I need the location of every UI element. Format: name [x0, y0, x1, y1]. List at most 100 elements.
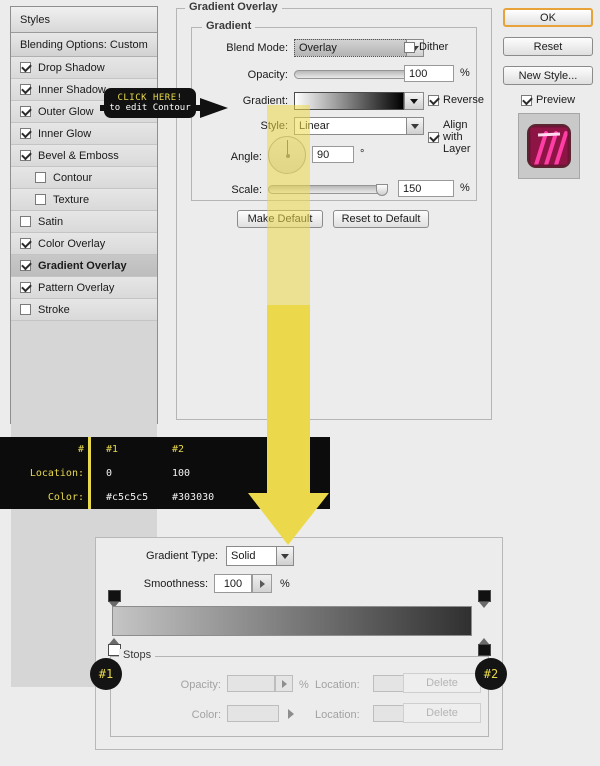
stop-opacity-location-label: Location:: [315, 679, 360, 691]
reverse-checkbox[interactable]: Reverse: [428, 94, 484, 106]
style-item-checkbox[interactable]: [20, 282, 31, 293]
blending-options-row[interactable]: Blending Options: Custom: [11, 33, 157, 57]
style-item-checkbox[interactable]: [20, 128, 31, 139]
style-item-bevel-emboss[interactable]: Bevel & Emboss: [11, 145, 157, 167]
style-item-stroke[interactable]: Stroke: [11, 299, 157, 321]
stop-color-location-label: Location:: [315, 709, 360, 721]
style-item-contour[interactable]: Contour: [11, 167, 157, 189]
scale-value: 150: [403, 182, 422, 195]
reverse-label: Reverse: [443, 94, 484, 106]
table-row-key: Color:: [47, 491, 84, 503]
style-item-checkbox[interactable]: [20, 260, 31, 271]
blend-mode-label: Blend Mode:: [226, 42, 288, 54]
gradient-preview-bar[interactable]: [112, 606, 472, 636]
style-item-label: Color Overlay: [38, 237, 106, 250]
style-item-color-overlay[interactable]: Color Overlay: [11, 233, 157, 255]
style-item-label: Pattern Overlay: [38, 281, 115, 294]
make-default-button[interactable]: Make Default: [237, 210, 323, 228]
dither-check-box[interactable]: [404, 41, 415, 53]
style-item-checkbox[interactable]: [20, 106, 31, 117]
style-item-checkbox[interactable]: [20, 150, 31, 161]
scale-slider[interactable]: [268, 184, 388, 196]
preview-checkbox[interactable]: Preview: [503, 92, 593, 108]
preview-thumbnail: [518, 113, 580, 179]
blend-mode-value: Overlay: [299, 42, 337, 54]
stop-color-expand-icon: [283, 705, 299, 722]
angle-dial[interactable]: [268, 136, 306, 174]
smoothness-unit: %: [280, 578, 290, 590]
style-item-checkbox[interactable]: [20, 216, 31, 227]
stops-group-title: Stops: [119, 649, 156, 661]
chevron-down-icon[interactable]: [276, 546, 294, 566]
opacity-input[interactable]: 100: [404, 65, 454, 82]
table-cell-stop1: #1: [106, 443, 119, 455]
style-value: Linear: [299, 120, 330, 132]
style-item-checkbox[interactable]: [20, 304, 31, 315]
angle-unit: °: [360, 148, 365, 160]
gradient-subgroup-title: Gradient: [202, 20, 256, 32]
dither-checkbox[interactable]: Dither: [404, 41, 448, 53]
style-item-checkbox[interactable]: [20, 238, 31, 249]
style-item-label: Bevel & Emboss: [38, 149, 119, 162]
smoothness-input[interactable]: 100: [214, 574, 252, 593]
style-item-checkbox[interactable]: [20, 62, 31, 73]
color-stop-right[interactable]: [478, 638, 491, 656]
chevron-down-icon[interactable]: [406, 117, 424, 135]
style-item-checkbox[interactable]: [35, 194, 46, 205]
stop-opacity-unit: %: [299, 679, 309, 691]
gradient-type-select[interactable]: Solid: [226, 546, 294, 566]
gradient-type-value: Solid: [231, 550, 256, 562]
style-item-satin[interactable]: Satin: [11, 211, 157, 233]
style-item-drop-shadow[interactable]: Drop Shadow: [11, 57, 157, 79]
style-item-label: Drop Shadow: [38, 61, 105, 74]
style-item-pattern-overlay[interactable]: Pattern Overlay: [11, 277, 157, 299]
style-item-label: Inner Shadow: [38, 83, 106, 96]
reverse-check-box[interactable]: [428, 94, 439, 106]
preview-thumbnail-image: [527, 124, 571, 168]
opacity-value: 100: [409, 67, 428, 80]
style-item-gradient-overlay[interactable]: Gradient Overlay: [11, 255, 157, 277]
ok-button[interactable]: OK: [503, 8, 593, 27]
scale-input[interactable]: 150: [398, 180, 454, 197]
preview-check-box[interactable]: [520, 94, 532, 106]
gradient-overlay-title: Gradient Overlay: [185, 1, 282, 13]
gradient-preset-dropdown[interactable]: [404, 92, 424, 110]
angle-value: 90: [317, 148, 330, 161]
reset-button[interactable]: Reset: [503, 37, 593, 56]
styles-header: Styles: [11, 7, 157, 33]
angle-dial-center: [286, 154, 290, 158]
style-item-label: Contour: [53, 171, 93, 184]
opacity-slider[interactable]: [294, 69, 421, 81]
reset-to-default-button[interactable]: Reset to Default: [333, 210, 429, 228]
dither-label: Dither: [419, 41, 449, 53]
table-cell-stop2: #2: [172, 443, 185, 455]
callout-line-1: CLICK HERE!: [117, 93, 183, 103]
style-item-label: Outer Glow: [38, 105, 94, 118]
stop-opacity-input: [227, 675, 275, 692]
color-delete-button: Delete: [403, 703, 481, 723]
scale-slider-knob[interactable]: [376, 184, 388, 196]
opacity-unit: %: [460, 67, 470, 79]
opacity-stop-right[interactable]: [478, 590, 491, 608]
opacity-label: Opacity:: [247, 69, 288, 81]
align-with-layer-check-box[interactable]: [428, 131, 439, 143]
style-item-checkbox[interactable]: [35, 172, 46, 183]
table-row-key: Location:: [29, 467, 84, 479]
smoothness-stepper[interactable]: [252, 574, 272, 593]
gradient-editor-panel: Gradient Type: Solid Smoothness: 100 % S…: [95, 537, 503, 750]
style-item-checkbox[interactable]: [20, 84, 31, 95]
table-row: # #1 #2: [0, 437, 330, 461]
style-item-label: Gradient Overlay: [38, 259, 127, 272]
style-item-label: Inner Glow: [38, 127, 92, 140]
style-item-texture[interactable]: Texture: [11, 189, 157, 211]
gradient-overlay-group: Gradient Overlay Gradient Blend Mode: Ov…: [176, 1, 492, 420]
new-style-button[interactable]: New Style...: [503, 66, 593, 85]
gradient-swatch[interactable]: [294, 92, 404, 110]
angle-input[interactable]: 90: [312, 146, 354, 163]
stop-color-label: Color:: [191, 709, 221, 721]
style-select[interactable]: Linear: [294, 117, 424, 135]
smoothness-label: Smoothness:: [143, 578, 208, 590]
stop-opacity-label: Opacity:: [180, 679, 221, 691]
styles-panel: Styles Blending Options: Custom Drop Sha…: [10, 6, 158, 687]
align-with-layer-checkbox[interactable]: Align with Layer: [428, 119, 476, 155]
